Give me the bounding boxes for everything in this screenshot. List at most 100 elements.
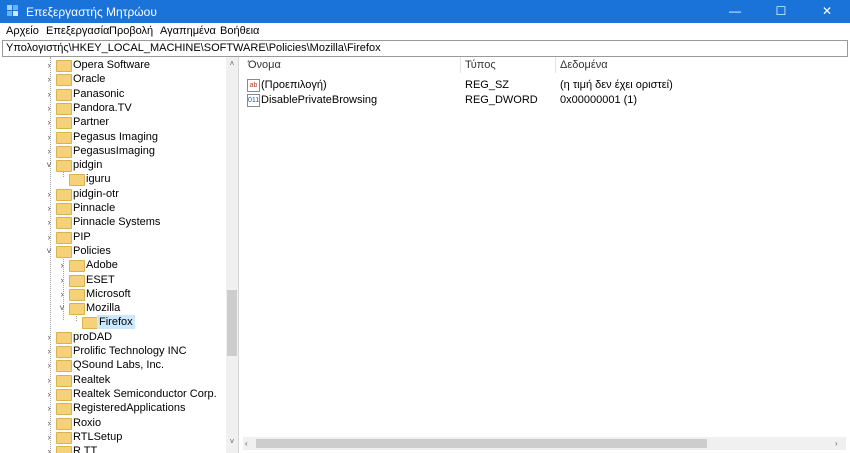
scroll-thumb[interactable] — [256, 439, 707, 448]
tree-item[interactable]: › Partner — [2, 115, 226, 130]
tree-item[interactable]: ˅ Mozilla — [2, 301, 226, 316]
tree-item-label: Adobe — [86, 259, 118, 272]
menu-help[interactable]: Βοήθεια — [220, 25, 259, 37]
tree-item[interactable]: › Pandora.TV — [2, 101, 226, 115]
address-bar[interactable]: Υπολογιστής\HKEY_LOCAL_MACHINE\SOFTWARE\… — [2, 40, 848, 57]
tree-item-label: pidgin — [73, 159, 103, 172]
tree-vertical-scrollbar[interactable]: ˄ ˅ — [226, 57, 238, 453]
tree-item[interactable]: › Panasonic — [2, 87, 226, 101]
expand-icon[interactable]: › — [44, 358, 54, 372]
column-divider[interactable] — [460, 57, 461, 73]
column-header-name[interactable]: Όνομα — [248, 59, 281, 71]
tree-item[interactable]: › RegisteredApplications — [2, 401, 226, 416]
expand-icon[interactable]: › — [44, 115, 54, 129]
tree-item[interactable]: iguru — [2, 172, 226, 187]
expand-icon[interactable]: › — [57, 287, 67, 301]
tree-item[interactable]: › Pinnacle — [2, 201, 226, 215]
expand-icon[interactable]: › — [44, 416, 54, 430]
tree-item[interactable]: Firefox — [2, 315, 226, 330]
tree-item[interactable]: › Opera Software — [2, 58, 226, 72]
expand-icon[interactable]: › — [44, 330, 54, 344]
tree-item[interactable]: ˅ Policies — [2, 244, 226, 258]
scroll-down-icon[interactable]: ˅ — [226, 437, 238, 446]
tree-item-label: Pandora.TV — [73, 101, 132, 114]
value-row-disableprivatebrowsing[interactable]: 011 DisablePrivateBrowsing REG_DWORD 0x0… — [243, 93, 848, 108]
expand-icon[interactable]: › — [44, 201, 54, 215]
tree-item-label: Firefox — [97, 315, 135, 330]
tree-item[interactable]: › ESET — [2, 273, 226, 287]
tree-item[interactable]: › Realtek — [2, 373, 226, 387]
tree-item-label: iguru — [86, 173, 111, 186]
column-header-data[interactable]: Δεδομένα — [560, 59, 608, 71]
value-type: REG_DWORD — [465, 94, 538, 106]
tree-item[interactable]: › RTLSetup — [2, 430, 226, 444]
tree-item[interactable]: › Pinnacle Systems — [2, 215, 226, 230]
expand-icon[interactable]: › — [44, 401, 54, 415]
close-button[interactable]: ✕ — [804, 0, 850, 23]
expand-icon[interactable]: › — [57, 273, 67, 287]
tree-item[interactable]: › pidgin-otr — [2, 187, 226, 201]
expand-icon[interactable]: › — [44, 101, 54, 115]
window-title: Επεξεργαστής Μητρώου — [26, 5, 157, 19]
expand-icon[interactable]: › — [44, 130, 54, 144]
tree-item[interactable]: › Microsoft — [2, 287, 226, 301]
expand-icon[interactable]: › — [44, 215, 54, 229]
tree-item-label: Prolific Technology INC — [73, 345, 187, 357]
menu-file[interactable]: Αρχείο — [6, 25, 39, 37]
tree-item-label: Pegasus Imaging — [73, 130, 158, 143]
tree-item[interactable]: › proDAD — [2, 330, 226, 344]
values-horizontal-scrollbar[interactable]: ‹ › — [243, 437, 846, 450]
value-row-default[interactable]: ab (Προεπιλογή) REG_SZ (η τιμή δεν έχει … — [243, 78, 848, 93]
expand-icon[interactable]: › — [44, 387, 54, 401]
menu-favorites[interactable]: Αγαπημένα — [160, 25, 216, 37]
tree-item[interactable]: › R TT — [2, 444, 226, 453]
tree-item[interactable]: › Pegasus Imaging — [2, 130, 226, 144]
column-header-type[interactable]: Τύπος — [465, 59, 496, 71]
expand-icon[interactable]: › — [44, 87, 54, 101]
tree-item[interactable]: › Adobe — [2, 258, 226, 273]
tree-item[interactable]: › Prolific Technology INC — [2, 344, 226, 358]
collapse-icon[interactable]: ˅ — [44, 158, 54, 172]
scroll-up-icon[interactable]: ˄ — [226, 59, 238, 68]
scroll-thumb[interactable] — [227, 290, 237, 356]
expand-icon[interactable]: › — [44, 230, 54, 244]
tree-item-label: RegisteredApplications — [73, 402, 186, 415]
expand-icon[interactable]: › — [44, 430, 54, 444]
value-name: (Προεπιλογή) — [261, 79, 327, 91]
expand-icon[interactable]: › — [44, 373, 54, 387]
tree-item-label: Oracle — [73, 73, 106, 86]
expand-icon[interactable]: › — [57, 258, 67, 272]
collapse-icon[interactable]: ˅ — [44, 244, 54, 258]
folder-icon — [69, 288, 85, 301]
tree-item[interactable]: › PegasusImaging — [2, 144, 226, 158]
folder-icon — [56, 346, 72, 358]
tree-pane: › Opera Software › Oracle › Panasonic › Pandora… — [2, 57, 239, 453]
tree-item[interactable]: ˅ pidgin — [2, 158, 226, 173]
maximize-button[interactable]: ☐ — [758, 0, 804, 23]
expand-icon[interactable]: › — [44, 72, 54, 86]
expand-icon[interactable]: › — [44, 444, 54, 453]
tree-item[interactable]: › QSound Labs, Inc. — [2, 358, 226, 373]
tree-item[interactable]: › Roxio — [2, 416, 226, 430]
menu-edit[interactable]: Επεξεργασία — [46, 25, 109, 37]
expand-icon[interactable]: › — [44, 187, 54, 201]
expand-icon[interactable]: › — [44, 144, 54, 158]
tree-item[interactable]: › Realtek Semiconductor Corp. — [2, 387, 226, 401]
folder-icon — [56, 203, 72, 215]
tree-item-label: proDAD — [73, 330, 113, 343]
expand-icon[interactable]: › — [44, 344, 54, 358]
column-divider[interactable] — [555, 57, 556, 73]
folder-icon — [69, 303, 85, 316]
scroll-left-icon[interactable]: ‹ — [245, 437, 248, 450]
menu-view[interactable]: Προβολή — [109, 25, 153, 37]
tree-item-label: RTLSetup — [73, 430, 123, 443]
tree-item[interactable]: › Oracle — [2, 72, 226, 87]
expand-icon[interactable]: › — [44, 58, 54, 72]
collapse-icon[interactable]: ˅ — [57, 301, 67, 315]
expand-icon — [70, 315, 80, 329]
tree-item[interactable]: › PIP — [2, 230, 226, 244]
scroll-right-icon[interactable]: › — [835, 437, 838, 450]
minimize-button[interactable]: — — [712, 0, 758, 23]
folder-icon — [56, 131, 72, 144]
values-pane: Όνομα Τύπος Δεδομένα ab (Προεπιλογή) REG… — [243, 57, 848, 453]
